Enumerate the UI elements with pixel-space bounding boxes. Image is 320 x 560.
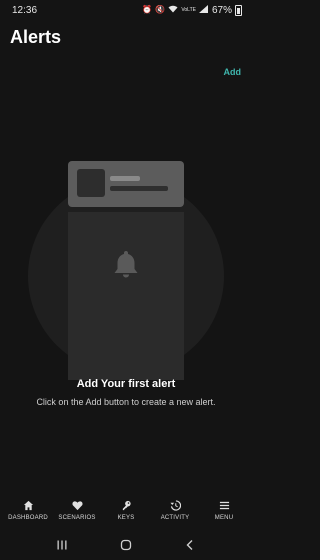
empty-state-subtitle: Click on the Add button to create a new … [36, 397, 216, 407]
recents-button[interactable] [51, 534, 73, 556]
illustration-card-line [110, 176, 140, 181]
menu-icon [219, 501, 229, 510]
key-icon [122, 500, 131, 511]
home-icon [23, 500, 33, 511]
history-icon [169, 500, 181, 511]
nav-keys[interactable]: KEYS [102, 494, 150, 528]
nav-label: SCENARIOS [58, 515, 96, 521]
system-nav-bar [0, 530, 252, 560]
nav-scenarios[interactable]: SCENARIOS [53, 494, 101, 528]
nav-label: DASHBOARD [8, 515, 48, 521]
recents-icon [57, 540, 67, 550]
battery-icon [235, 4, 242, 16]
nav-label: MENU [214, 515, 234, 521]
nav-dashboard[interactable]: DASHBOARD [4, 494, 52, 528]
cell-signal-icon [198, 5, 208, 15]
home-button-icon [120, 539, 132, 551]
back-button[interactable] [179, 534, 201, 556]
nav-activity[interactable]: ACTIVITY [151, 494, 199, 528]
battery-percent: 67% [211, 4, 232, 16]
status-bar: 12:36 ⏰ 🔇 VoLTE 67% [0, 0, 252, 20]
system-home-button[interactable] [115, 534, 137, 556]
status-icons: ⏰ 🔇 VoLTE 67% [142, 4, 242, 16]
alerts-screen: 12:36 ⏰ 🔇 VoLTE 67% Alerts Add Add Your … [0, 0, 252, 560]
wifi-icon [168, 5, 178, 15]
signal-label: VoLTE [181, 6, 196, 13]
status-time: 12:36 [12, 4, 38, 16]
alarm-icon: ⏰ [142, 5, 153, 14]
illustration-card-line [110, 186, 168, 191]
nav-label: ACTIVITY [160, 515, 190, 521]
nav-label: KEYS [117, 515, 135, 521]
mute-icon: 🔇 [155, 5, 166, 14]
illustration-card-avatar [77, 169, 105, 197]
empty-state-illustration [0, 150, 252, 380]
heart-icon [71, 501, 83, 511]
nav-menu[interactable]: MENU [200, 494, 248, 528]
illustration-phone [68, 212, 184, 380]
illustration-card [68, 161, 184, 207]
add-alert-button[interactable]: Add [224, 67, 242, 77]
page-title: Alerts [10, 27, 62, 47]
bottom-nav: DASHBOARD SCENARIOS KEYS ACTIVITY MENU [0, 494, 252, 528]
empty-state-title: Add Your first alert [76, 378, 176, 390]
back-icon [186, 540, 193, 550]
bell-icon [114, 251, 138, 278]
